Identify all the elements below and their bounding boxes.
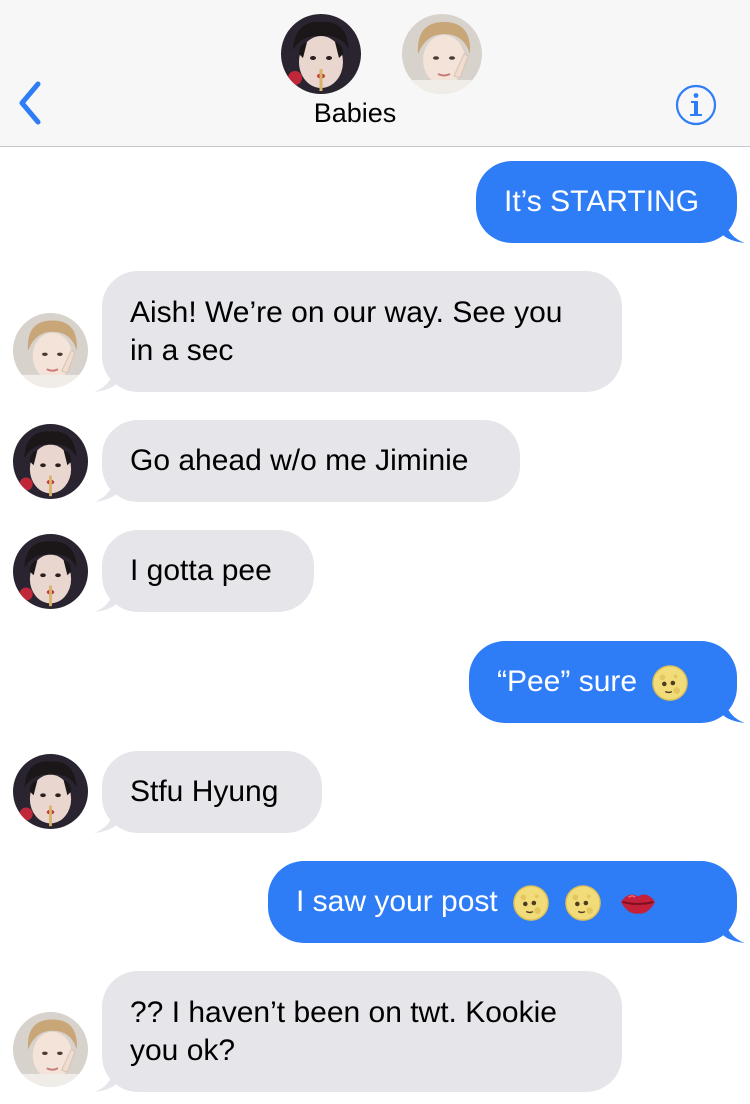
received-message-bubble[interactable]: ?? I haven’t been on twt. Kookie you ok? bbox=[94, 971, 622, 1092]
bubble-tail bbox=[723, 915, 745, 943]
bubble-tail bbox=[94, 1064, 116, 1092]
bubble-tail bbox=[723, 215, 745, 243]
jk-avatar[interactable] bbox=[13, 754, 88, 829]
conversation-title[interactable]: Babies bbox=[255, 98, 455, 129]
message-text: Stfu Hyung bbox=[130, 775, 279, 808]
jk-avatar-image bbox=[281, 14, 361, 94]
sent-message-bubble[interactable]: I saw your post bbox=[268, 861, 745, 943]
message-text: I gotta pee bbox=[130, 554, 272, 587]
message-text-line: in a sec bbox=[130, 334, 234, 367]
jm-avatar[interactable] bbox=[13, 313, 88, 388]
jm-avatar-image bbox=[402, 14, 482, 94]
jk-avatar-image bbox=[13, 424, 88, 499]
bubble-tail bbox=[94, 364, 116, 392]
message-text-line: ?? I haven’t been on twt. Kookie bbox=[130, 996, 557, 1029]
moon-face-icon bbox=[651, 664, 689, 702]
message-text: It’s STARTING bbox=[504, 185, 700, 218]
sent-message-bubble[interactable]: “Pee” sure bbox=[469, 641, 745, 723]
message-text: “Pee” sure bbox=[497, 665, 638, 698]
jk-avatar[interactable] bbox=[13, 534, 88, 609]
bubble-tail bbox=[94, 805, 116, 833]
sent-message-bubble[interactable]: It’s STARTING bbox=[476, 161, 745, 243]
received-message-bubble[interactable]: I gotta pee bbox=[94, 530, 314, 612]
conversation-header: Babies bbox=[0, 0, 750, 147]
chevron-left-icon[interactable] bbox=[14, 78, 46, 128]
kiss-lips-icon bbox=[619, 888, 657, 918]
jm-avatar[interactable] bbox=[13, 1012, 88, 1087]
jk-avatar[interactable] bbox=[13, 424, 88, 499]
jk-avatar-image bbox=[13, 754, 88, 829]
info-circle-icon[interactable] bbox=[675, 84, 717, 126]
bubble-tail bbox=[723, 695, 745, 723]
received-message-bubble[interactable]: Stfu Hyung bbox=[94, 751, 322, 833]
received-message-bubble[interactable]: Go ahead w/o me Jiminie bbox=[94, 420, 520, 502]
jm-avatar-image bbox=[13, 313, 88, 388]
jm-avatar-image bbox=[13, 1012, 88, 1087]
message-text-line: you ok? bbox=[130, 1034, 236, 1067]
bubble-tail bbox=[94, 474, 116, 502]
message-text: Go ahead w/o me Jiminie bbox=[130, 444, 469, 477]
group-avatar-jm[interactable] bbox=[402, 14, 482, 94]
group-avatar-jk[interactable] bbox=[281, 14, 361, 94]
received-message-bubble[interactable]: Aish! We’re on our way. See you in a sec bbox=[94, 271, 622, 392]
message-text-line: Aish! We’re on our way. See you bbox=[130, 296, 563, 329]
moon-face-icon bbox=[512, 884, 550, 922]
message-text: I saw your post bbox=[296, 885, 498, 918]
jk-avatar-image bbox=[13, 534, 88, 609]
moon-face-icon bbox=[564, 884, 602, 922]
bubble-tail bbox=[94, 584, 116, 612]
